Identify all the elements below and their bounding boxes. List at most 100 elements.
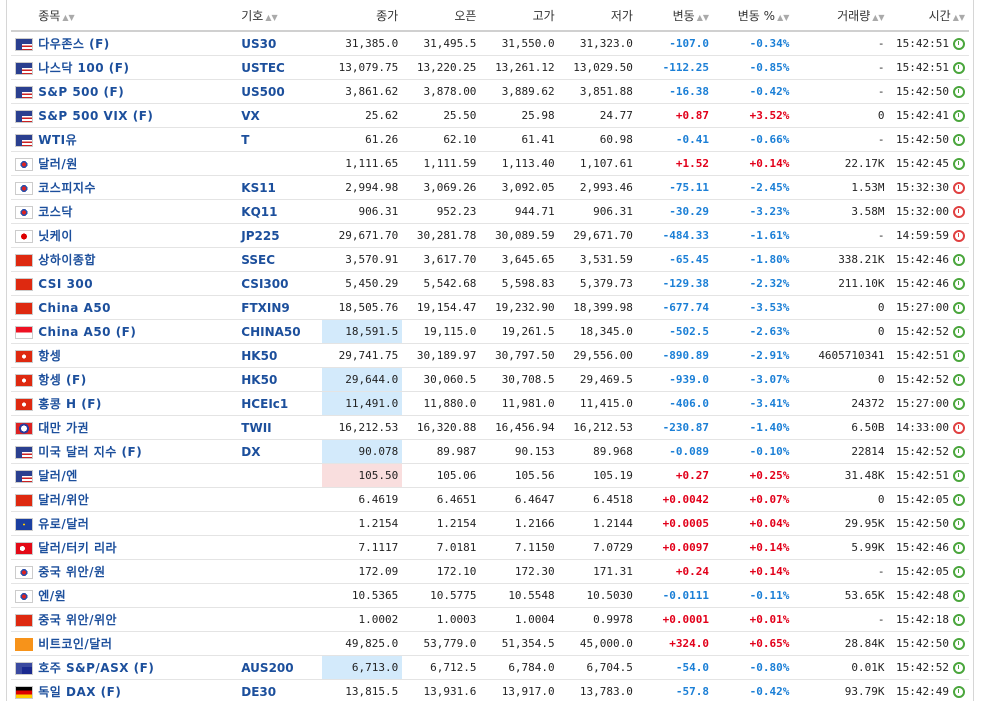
table-row[interactable]: 항셍 HK50 29,741.75 30,189.97 30,797.50 29… [11,343,969,368]
table-row[interactable]: 나스닥 100 (F) USTEC 13,079.75 13,220.25 13… [11,55,969,80]
table-row[interactable]: 상하이종합 SSEC 3,570.91 3,617.70 3,645.65 3,… [11,247,969,272]
instrument-symbol[interactable]: US30 [241,37,276,51]
instrument-symbol[interactable]: US500 [241,85,284,99]
instrument-symbol[interactable]: HK50 [241,373,277,387]
time-column-header[interactable]: 시간 ▲▼ [888,0,969,32]
instrument-name-link[interactable]: 나스닥 100 (F) [38,61,129,75]
instrument-name-link[interactable]: 달러/엔 [38,469,78,483]
table-row[interactable]: WTI유 T 61.26 62.10 61.41 60.98 -0.41 -0.… [11,127,969,152]
instrument-symbol[interactable]: T [241,133,249,147]
instrument-name-link[interactable]: 엔/원 [38,589,66,603]
change-pct-column-header[interactable]: 변동 % ▲▼ [713,0,794,32]
instrument-name-link[interactable]: CSI 300 [38,277,93,291]
low-price-cell: 11,415.0 [558,391,637,416]
table-row[interactable]: 닛케이 JP225 29,671.70 30,281.78 30,089.59 … [11,223,969,248]
instrument-symbol[interactable]: CSI300 [241,277,288,291]
table-row[interactable]: 중국 위안/위안 1.0002 1.0003 1.0004 0.9978 +0.… [11,607,969,632]
instrument-name-link[interactable]: 닛케이 [38,229,73,243]
instrument-name-link[interactable]: 비트코인/달러 [38,637,112,651]
instrument-name-link[interactable]: 홍콩 H (F) [38,397,102,411]
instrument-symbol[interactable]: DE30 [241,685,276,699]
table-row[interactable]: 호주 S&P/ASX (F) AUS200 6,713.0 6,712.5 6,… [11,655,969,680]
table-row[interactable]: 독일 DAX (F) DE30 13,815.5 13,931.6 13,917… [11,679,969,701]
name-cell: 달러/엔 [34,463,238,488]
last-price-cell: 1.0002 [321,607,403,632]
change-column-header[interactable]: 변동 ▲▼ [636,0,714,32]
us-flag-icon [15,109,33,123]
table-row[interactable]: 대만 가권 TWII 16,212.53 16,320.88 16,456.94… [11,415,969,440]
change-cell: -16.38 [636,79,714,104]
volume-cell: 93.79K [793,679,889,701]
table-row[interactable]: 코스닥 KQ11 906.31 952.23 944.71 906.31 -30… [11,199,969,224]
table-row[interactable]: 유로/달러 1.2154 1.2154 1.2166 1.2144 +0.000… [11,511,969,536]
table-row[interactable]: 달러/엔 105.50 105.06 105.56 105.19 +0.27 +… [11,463,969,488]
low-price-cell: 0.9978 [558,607,637,632]
instrument-name-link[interactable]: China A50 (F) [38,325,136,339]
instrument-name-link[interactable]: 독일 DAX (F) [38,685,121,699]
low-column-header[interactable]: 저가 [558,0,637,32]
instrument-name-link[interactable]: 달러/위안 [38,493,89,507]
instrument-name-link[interactable]: S&P 500 (F) [38,85,124,99]
instrument-name-link[interactable]: 항셍 [38,349,61,363]
volume-cell: 211.10K [793,271,889,296]
instrument-name-link[interactable]: 코스피지수 [38,181,96,195]
hk-flag-icon [15,373,33,387]
volume-column-header[interactable]: 거래량 ▲▼ [793,0,889,32]
change-pct-cell: +3.52% [713,103,794,128]
instrument-symbol[interactable]: FTXIN9 [241,301,290,315]
instrument-name-link[interactable]: 다우존스 (F) [38,37,110,51]
instrument-name-link[interactable]: S&P 500 VIX (F) [38,109,153,123]
instrument-name-link[interactable]: 달러/원 [38,157,78,171]
table-row[interactable]: 달러/터키 리라 7.1117 7.0181 7.1150 7.0729 +0.… [11,535,969,560]
table-row[interactable]: S&P 500 VIX (F) VX 25.62 25.50 25.98 24.… [11,103,969,128]
instrument-symbol[interactable]: KQ11 [241,205,277,219]
instrument-name-link[interactable]: 미국 달러 지수 (F) [38,445,142,459]
instrument-name-link[interactable]: 항셍 (F) [38,373,86,387]
instrument-name-link[interactable]: China A50 [38,301,111,315]
table-row[interactable]: 미국 달러 지수 (F) DX 90.078 89.987 90.153 89.… [11,439,969,464]
instrument-symbol[interactable]: KS11 [241,181,276,195]
instrument-symbol[interactable]: HK50 [241,349,277,363]
instrument-name-link[interactable]: 코스닥 [38,205,73,219]
table-row[interactable]: 달러/위안 6.4619 6.4651 6.4647 6.4518 +0.004… [11,487,969,512]
instrument-name-link[interactable]: 대만 가권 [38,421,89,435]
table-row[interactable]: 엔/원 10.5365 10.5775 10.5548 10.5030 -0.0… [11,583,969,608]
instrument-symbol[interactable]: SSEC [241,253,275,267]
market-quotes-table: 종목 ▲▼ 기호 ▲▼ 종가 오픈 고가 저가 변동 ▲▼ 변동 % ▲▼ 거래량 ▲▼ … [11,0,969,701]
instrument-symbol[interactable]: TWII [241,421,271,435]
symbol-column-header[interactable]: 기호 ▲▼ [237,0,322,32]
instrument-name-link[interactable]: 달러/터키 리라 [38,541,117,555]
change-cell: -406.0 [636,391,714,416]
table-row[interactable]: 홍콩 H (F) HCEIc1 11,491.0 11,880.0 11,981… [11,391,969,416]
table-row[interactable]: 비트코인/달러 49,825.0 53,779.0 51,354.5 45,00… [11,631,969,656]
last-column-header[interactable]: 종가 [321,0,403,32]
instrument-name-link[interactable]: 호주 S&P/ASX (F) [38,661,154,675]
name-column-header[interactable]: 종목 ▲▼ [34,0,238,32]
instrument-symbol[interactable]: HCEIc1 [241,397,288,411]
instrument-name-link[interactable]: 상하이종합 [38,253,96,267]
time-cell: 15:32:00 [888,199,969,224]
instrument-name-link[interactable]: 중국 위안/원 [38,565,105,579]
table-row[interactable]: 항셍 (F) HK50 29,644.0 30,060.5 30,708.5 2… [11,367,969,392]
name-cell: 달러/원 [34,151,238,176]
table-row[interactable]: 다우존스 (F) US30 31,385.0 31,495.5 31,550.0… [11,31,969,56]
instrument-symbol[interactable]: CHINA50 [241,325,300,339]
instrument-symbol[interactable]: JP225 [241,229,279,243]
high-column-header[interactable]: 고가 [480,0,559,32]
instrument-symbol[interactable]: DX [241,445,260,459]
instrument-name-link[interactable]: WTI유 [38,133,77,147]
table-row[interactable]: China A50 (F) CHINA50 18,591.5 19,115.0 … [11,319,969,344]
instrument-name-link[interactable]: 중국 위안/위안 [38,613,117,627]
instrument-name-link[interactable]: 유로/달러 [38,517,89,531]
table-row[interactable]: S&P 500 (F) US500 3,861.62 3,878.00 3,88… [11,79,969,104]
open-column-header[interactable]: 오픈 [402,0,481,32]
time-text: 15:42:51 [896,61,949,74]
table-row[interactable]: 중국 위안/원 172.09 172.10 172.30 171.31 +0.2… [11,559,969,584]
table-row[interactable]: CSI 300 CSI300 5,450.29 5,542.68 5,598.8… [11,271,969,296]
instrument-symbol[interactable]: AUS200 [241,661,293,675]
instrument-symbol[interactable]: VX [241,109,260,123]
instrument-symbol[interactable]: USTEC [241,61,285,75]
table-row[interactable]: 코스피지수 KS11 2,994.98 3,069.26 3,092.05 2,… [11,175,969,200]
table-row[interactable]: China A50 FTXIN9 18,505.76 19,154.47 19,… [11,295,969,320]
table-row[interactable]: 달러/원 1,111.65 1,111.59 1,113.40 1,107.61… [11,151,969,176]
